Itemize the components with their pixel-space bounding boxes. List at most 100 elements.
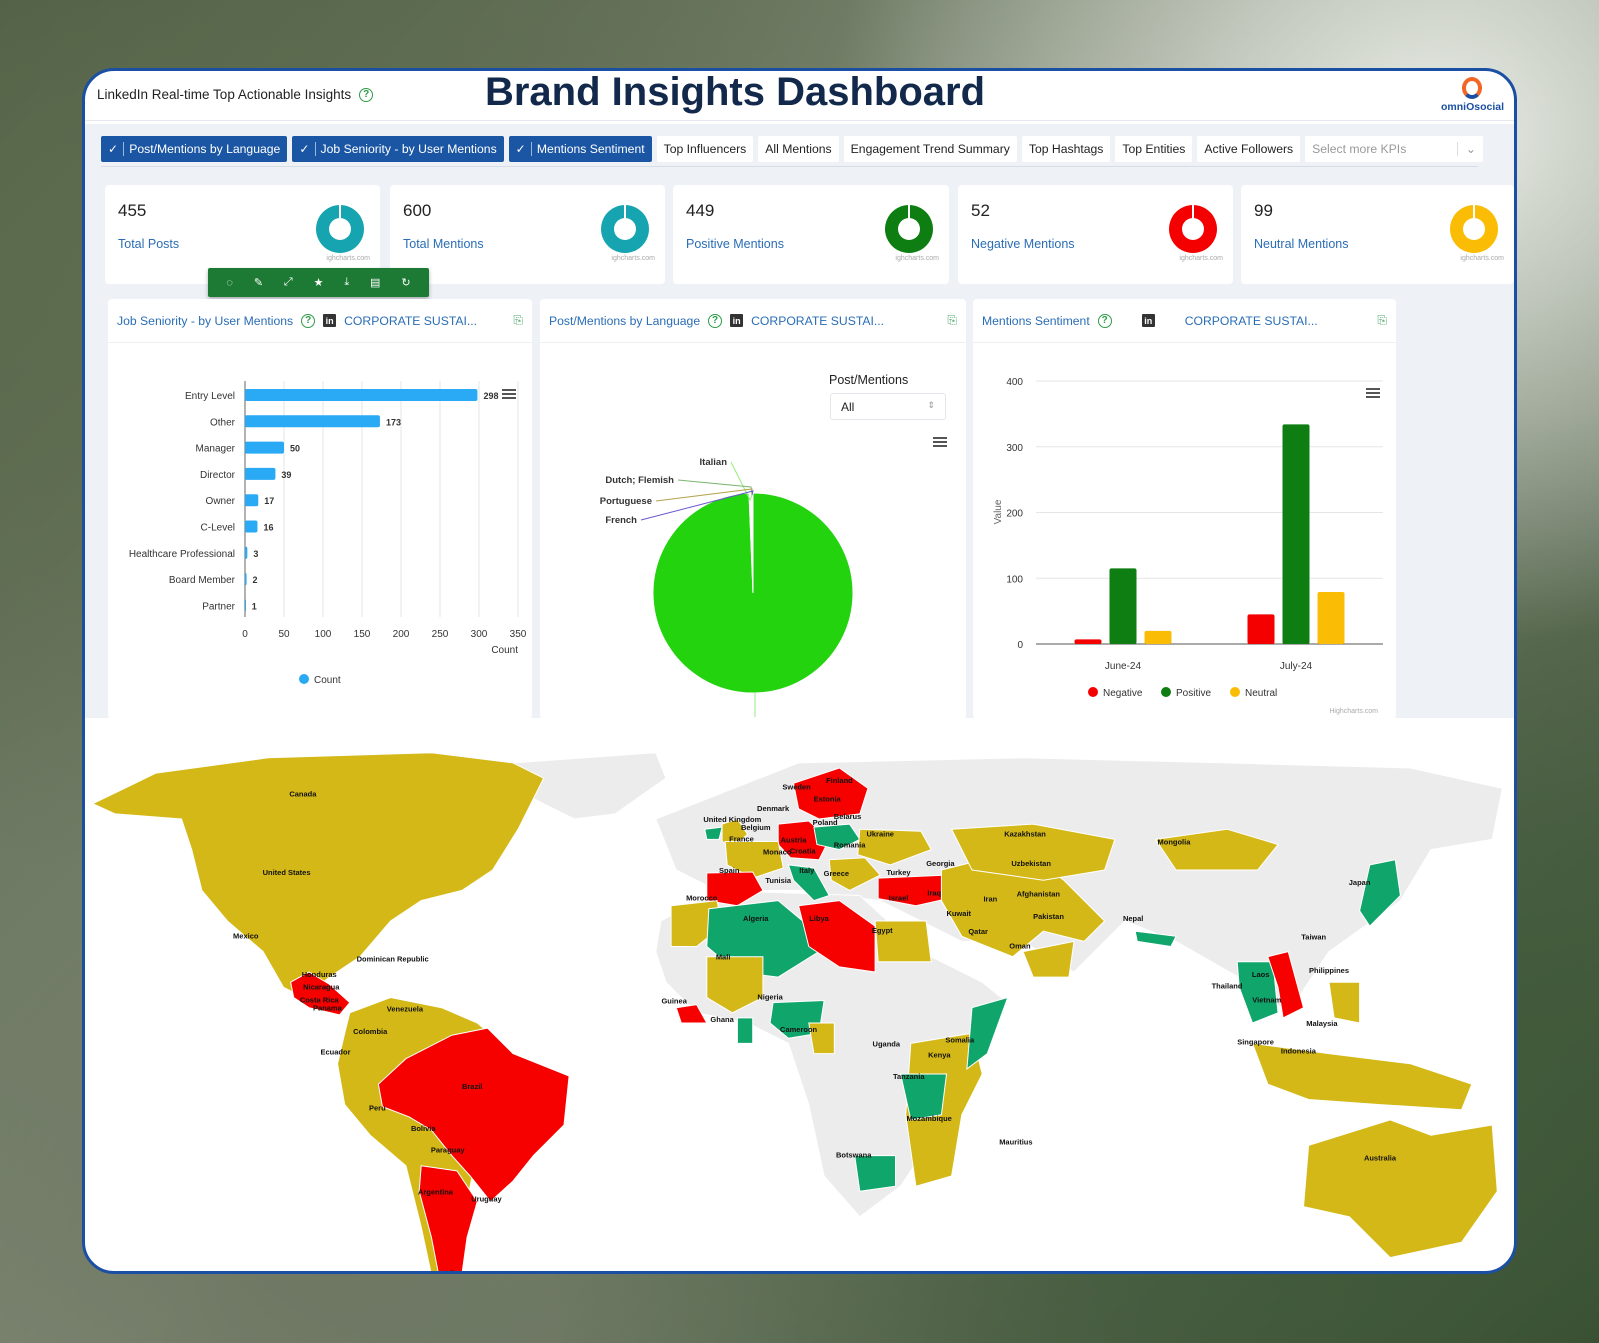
bar-neutral[interactable] bbox=[1144, 630, 1172, 644]
country-region-positive[interactable] bbox=[736, 1017, 754, 1044]
logo-text: omniOsocial bbox=[1440, 101, 1504, 113]
country-label: Botswana bbox=[836, 1151, 872, 1160]
tab-mentions-sentiment[interactable]: ✓ Mentions Sentiment bbox=[508, 136, 652, 162]
bar-negative[interactable] bbox=[1074, 639, 1102, 644]
world-map[interactable]: Canada United States Mexico Dominican Repub… bbox=[85, 719, 1517, 1274]
star-icon[interactable]: ★ bbox=[314, 276, 324, 289]
country-label: Finland bbox=[826, 776, 853, 785]
tab-job-seniority-by-user-mentions[interactable]: ✓ Job Seniority - by User Mentions bbox=[292, 136, 504, 162]
country-label: Mozambique bbox=[906, 1114, 951, 1123]
tab-label: Job Seniority - by User Mentions bbox=[320, 142, 497, 156]
tab-top-influencers[interactable]: Top Influencers bbox=[656, 136, 754, 162]
country-label: Mauritius bbox=[999, 1137, 1032, 1146]
chart-credit: ighcharts.com bbox=[1460, 255, 1504, 262]
legend-label: Negative bbox=[1103, 688, 1143, 699]
country-label: Colombia bbox=[353, 1027, 388, 1036]
country-region-high[interactable] bbox=[1302, 1119, 1498, 1259]
country-label: Japan bbox=[1349, 878, 1371, 887]
slice-label: Italian bbox=[700, 457, 728, 468]
country-label: Brazil bbox=[462, 1082, 482, 1091]
country-region-high[interactable] bbox=[1328, 981, 1361, 1024]
kpi-label: Total Mentions bbox=[403, 237, 484, 251]
bar[interactable] bbox=[245, 441, 284, 454]
category-label: Other bbox=[210, 417, 236, 428]
x-axis-title: Count bbox=[491, 645, 518, 656]
country-label: United States bbox=[263, 868, 311, 877]
bar[interactable] bbox=[245, 467, 276, 480]
chart-menu-icon[interactable] bbox=[933, 437, 947, 447]
language-panel: Post/Mentions by Language? in CORPORATE SU… bbox=[540, 299, 966, 719]
sentiment-panel: Mentions Sentiment? in CORPORATE SUSTAI...… bbox=[973, 299, 1396, 719]
dashboard-window: LinkedIn Real-time Top Actionable Insigh… bbox=[82, 68, 1517, 1274]
bar-negative[interactable] bbox=[1247, 614, 1275, 644]
header-divider bbox=[85, 120, 1514, 121]
download-icon[interactable]: ⤓ bbox=[344, 276, 349, 289]
country-region-high[interactable] bbox=[91, 752, 545, 999]
chart-menu-icon[interactable] bbox=[1366, 388, 1380, 398]
tab-active-followers[interactable]: Active Followers bbox=[1197, 136, 1301, 162]
country-region-positive[interactable] bbox=[854, 1155, 896, 1192]
bar[interactable] bbox=[245, 520, 258, 533]
x-tick-label: 150 bbox=[354, 629, 371, 640]
chart-menu-icon[interactable] bbox=[502, 389, 516, 399]
chevron-down-icon: ⌄ bbox=[1456, 142, 1476, 156]
country-label: Ghana bbox=[710, 1015, 734, 1024]
comment-icon[interactable]: ◌ bbox=[226, 277, 233, 289]
bar[interactable] bbox=[245, 389, 478, 401]
country-region-high[interactable] bbox=[1022, 940, 1075, 978]
edit-icon[interactable]: ✎ bbox=[254, 276, 263, 289]
country-label: Kenya bbox=[928, 1051, 951, 1060]
data-label: 39 bbox=[281, 470, 291, 480]
country-label: Honduras bbox=[302, 970, 337, 979]
help-icon[interactable]: ? bbox=[359, 87, 374, 102]
select-more-kpis[interactable]: Select more KPIs ⌄ bbox=[1305, 136, 1484, 162]
check-icon: ✓ bbox=[108, 142, 125, 156]
refresh-icon[interactable]: ↻ bbox=[401, 276, 410, 289]
tab-top-entities[interactable]: Top Entities bbox=[1115, 136, 1193, 162]
country-label: Morocco bbox=[686, 894, 718, 903]
country-label: Australia bbox=[1364, 1154, 1397, 1163]
bar-neutral[interactable] bbox=[1317, 592, 1345, 644]
tabs-divider bbox=[101, 166, 1478, 167]
tab-post-mentions-by-language[interactable]: ✓ Post/Mentions by Language bbox=[101, 136, 288, 162]
check-icon: ✓ bbox=[516, 142, 532, 156]
bar-positive[interactable] bbox=[1109, 568, 1137, 644]
country-label: Greece bbox=[824, 869, 849, 878]
tab-label: Active Followers bbox=[1204, 142, 1294, 156]
select-placeholder: Select more KPIs bbox=[1312, 142, 1407, 156]
data-label: 173 bbox=[386, 417, 401, 427]
kpi-tabs: ✓ Post/Mentions by Language ✓ Job Seniority… bbox=[101, 136, 1484, 162]
document-icon[interactable]: ▤ bbox=[370, 276, 380, 289]
y-tick-label: 200 bbox=[1006, 509, 1023, 520]
country-label: Iraq bbox=[927, 888, 941, 897]
country-label: Indonesia bbox=[1281, 1047, 1317, 1056]
kpi-value: 449 bbox=[686, 201, 715, 220]
country-label: Mexico bbox=[233, 931, 259, 940]
bar[interactable] bbox=[245, 546, 248, 559]
expand-icon[interactable]: ⤢ bbox=[284, 276, 293, 289]
country-label: Malaysia bbox=[1306, 1019, 1338, 1028]
bar[interactable] bbox=[245, 599, 246, 612]
donut-gap bbox=[908, 205, 910, 219]
tab-all-mentions[interactable]: All Mentions bbox=[758, 136, 839, 162]
job-seniority-panel: Job Seniority - by User Mentions? in CORPO… bbox=[108, 299, 532, 719]
slice-label: Dutch; Flemish bbox=[605, 475, 674, 486]
tab-top-hashtags[interactable]: Top Hashtags bbox=[1021, 136, 1111, 162]
donut-gap bbox=[624, 205, 626, 219]
bar-positive[interactable] bbox=[1282, 424, 1310, 644]
country-region-positive[interactable] bbox=[966, 996, 1009, 1070]
country-region-positive[interactable] bbox=[704, 826, 723, 840]
legend-marker bbox=[1161, 687, 1171, 697]
category-label: C-Level bbox=[201, 523, 235, 534]
bar[interactable] bbox=[245, 573, 247, 586]
tab-engagement-trend-summary[interactable]: Engagement Trend Summary bbox=[843, 136, 1017, 162]
country-label: Georgia bbox=[926, 859, 955, 868]
country-label: Mongolia bbox=[1157, 837, 1191, 846]
data-label: 1 bbox=[252, 601, 257, 611]
bar[interactable] bbox=[245, 415, 380, 428]
country-label: Sweden bbox=[782, 782, 811, 791]
bar[interactable] bbox=[245, 494, 259, 507]
country-label: France bbox=[729, 834, 754, 843]
country-label: Argentina bbox=[418, 1187, 454, 1196]
country-label: Thailand bbox=[1212, 981, 1243, 990]
